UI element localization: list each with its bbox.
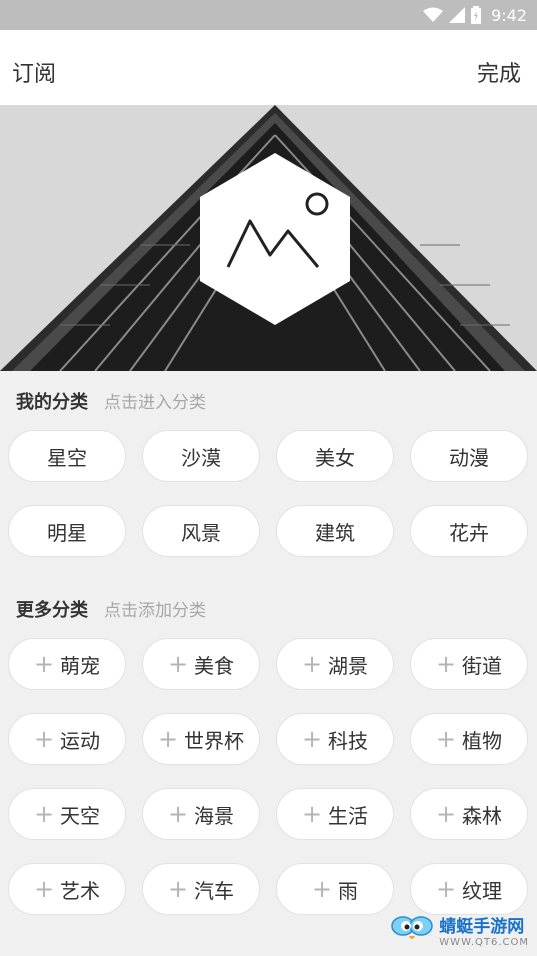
- add-category-chip[interactable]: + 萌宠: [8, 638, 126, 690]
- chip-label: 运动: [60, 728, 101, 753]
- dragonfly-logo-icon: [391, 916, 434, 939]
- category-chip[interactable]: 花卉: [410, 505, 528, 557]
- chip-label: 湖景: [328, 653, 369, 678]
- plus-icon: +: [435, 800, 457, 828]
- section-title: 更多分类: [16, 600, 88, 621]
- add-category-chip[interactable]: + 汽车: [142, 863, 260, 915]
- signal-icon: [449, 7, 466, 23]
- plus-icon: +: [301, 725, 323, 753]
- my-categories-header: 我的分类 点击进入分类: [16, 388, 206, 414]
- plus-icon: +: [435, 725, 457, 753]
- chip-label: 美食: [194, 653, 235, 678]
- status-icons: 9:42: [423, 0, 527, 30]
- plus-icon: +: [33, 875, 55, 903]
- plus-icon: +: [167, 650, 189, 678]
- chip-label: 建筑: [315, 520, 355, 545]
- category-chip[interactable]: 星空: [8, 430, 126, 482]
- plus-icon: +: [33, 725, 55, 753]
- chip-label: 明星: [47, 520, 87, 545]
- add-category-chip[interactable]: + 街道: [410, 638, 528, 690]
- chip-label: 纹理: [462, 878, 503, 903]
- add-category-chip[interactable]: + 运动: [8, 713, 126, 765]
- building-photo: [0, 105, 537, 371]
- chip-label: 世界杯: [184, 728, 245, 753]
- chip-label: 森林: [462, 803, 503, 828]
- page-title: 订阅: [12, 62, 57, 87]
- section-hint: 点击添加分类: [104, 601, 206, 621]
- status-bar: 9:42: [0, 0, 537, 30]
- category-chip[interactable]: 动漫: [410, 430, 528, 482]
- add-category-chip[interactable]: + 植物: [410, 713, 528, 765]
- category-chip[interactable]: 美女: [276, 430, 394, 482]
- more-categories-header: 更多分类 点击添加分类: [16, 596, 206, 622]
- plus-icon: +: [167, 800, 189, 828]
- category-chip[interactable]: 建筑: [276, 505, 394, 557]
- section-title: 我的分类: [16, 392, 88, 413]
- add-category-chip[interactable]: + 纹理: [410, 863, 528, 915]
- chip-label: 街道: [462, 653, 503, 678]
- chip-label: 艺术: [60, 878, 101, 903]
- category-chip[interactable]: 沙漠: [142, 430, 260, 482]
- add-category-chip[interactable]: + 天空: [8, 788, 126, 840]
- plus-icon: +: [435, 875, 457, 903]
- add-category-chip[interactable]: + 湖景: [276, 638, 394, 690]
- app-bar: 订阅 完成: [0, 30, 537, 105]
- chip-label: 科技: [328, 728, 369, 753]
- watermark: 蜻蜓手游网 WWW.QT6.COM: [391, 910, 529, 950]
- plus-icon: +: [301, 800, 323, 828]
- status-time: 9:42: [491, 5, 527, 25]
- hero-banner: [0, 105, 537, 371]
- chip-label: 风景: [181, 520, 221, 545]
- plus-icon: +: [33, 650, 55, 678]
- battery-icon: [471, 6, 482, 24]
- chip-label: 海景: [194, 803, 235, 828]
- add-category-chip[interactable]: + 生活: [276, 788, 394, 840]
- add-category-chip[interactable]: + 森林: [410, 788, 528, 840]
- chip-label: 花卉: [449, 520, 489, 545]
- chip-label: 萌宠: [60, 653, 101, 678]
- plus-icon: +: [301, 650, 323, 678]
- chip-label: 植物: [462, 728, 503, 753]
- watermark-url: WWW.QT6.COM: [439, 937, 529, 948]
- chip-label: 雨: [338, 878, 359, 903]
- done-button[interactable]: 完成: [477, 56, 521, 88]
- chip-label: 沙漠: [181, 445, 221, 470]
- category-chip[interactable]: 明星: [8, 505, 126, 557]
- add-category-chip[interactable]: + 海景: [142, 788, 260, 840]
- add-category-chip[interactable]: + 艺术: [8, 863, 126, 915]
- plus-icon: +: [157, 725, 179, 753]
- chip-label: 生活: [328, 803, 369, 828]
- section-hint: 点击进入分类: [104, 393, 206, 413]
- chip-label: 星空: [47, 445, 87, 470]
- add-category-chip[interactable]: + 科技: [276, 713, 394, 765]
- plus-icon: +: [435, 650, 457, 678]
- chip-label: 美女: [315, 445, 355, 470]
- watermark-title: 蜻蜓手游网: [439, 917, 525, 937]
- chip-label: 汽车: [194, 878, 235, 903]
- plus-icon: +: [167, 875, 189, 903]
- wifi-icon: [423, 7, 444, 22]
- plus-icon: +: [311, 875, 333, 903]
- chip-label: 动漫: [449, 445, 489, 470]
- add-category-chip[interactable]: + 美食: [142, 638, 260, 690]
- category-chip[interactable]: 风景: [142, 505, 260, 557]
- chip-label: 天空: [60, 803, 101, 828]
- add-category-chip[interactable]: + 雨: [276, 863, 394, 915]
- add-category-chip[interactable]: + 世界杯: [142, 713, 260, 765]
- plus-icon: +: [33, 800, 55, 828]
